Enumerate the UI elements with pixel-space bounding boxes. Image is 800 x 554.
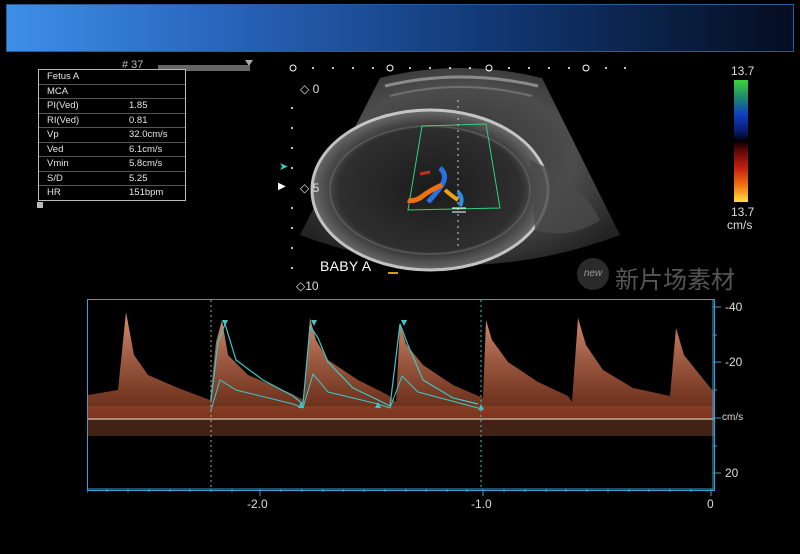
meas-label: HR	[47, 187, 61, 198]
meas-label: S/D	[47, 172, 63, 184]
meas-label: Fetus A	[47, 71, 80, 82]
depth-label-0: ◇ 0	[300, 82, 320, 96]
meas-value: 5.8cm/s	[129, 158, 163, 169]
meas-value: 32.0cm/s	[129, 129, 168, 140]
x-tick-label: 0	[707, 497, 714, 511]
velocity-axis	[712, 299, 721, 491]
y-tick-label: 20	[725, 466, 739, 480]
watermark-logo-icon: new	[577, 258, 609, 290]
meas-value: 1.85	[129, 100, 148, 111]
x-tick-label: -1.0	[471, 497, 492, 511]
meas-row-fetus: Fetus A	[39, 70, 185, 85]
slider-handle-icon[interactable]	[245, 60, 253, 66]
colorbar-unit: cm/s	[727, 218, 753, 232]
meas-row-pi: PI(Ved) 1.85	[39, 99, 185, 114]
y-tick-label: -40	[725, 300, 743, 314]
meas-label: Ved	[47, 143, 64, 155]
title-banner	[6, 4, 794, 52]
colorbar-max: 13.7	[731, 64, 755, 78]
x-tick-label: -2.0	[247, 497, 268, 511]
depth-scale	[291, 107, 293, 269]
meas-value: 5.25	[129, 172, 148, 184]
meas-row-vmin: Vmin 5.8cm/s	[39, 157, 185, 172]
text-cursor	[388, 272, 398, 274]
depth-label-5: ◇ 5	[300, 181, 320, 195]
meas-row-vp: Vp 32.0cm/s	[39, 128, 185, 143]
y-tick-label: -20	[725, 355, 743, 369]
meas-row-hr: HR 151bpm	[39, 186, 185, 200]
meas-value: 6.1cm/s	[129, 143, 163, 155]
velocity-colorbar	[734, 80, 748, 202]
meas-label: PI(Ved)	[47, 100, 79, 111]
focal-zone-icon[interactable]: ▶	[278, 181, 286, 192]
y-axis-unit: cm/s	[722, 412, 744, 423]
spectrum-svg	[88, 300, 714, 490]
meas-row-sd: S/D 5.25	[39, 172, 185, 186]
meas-label: Vmin	[47, 158, 69, 169]
measurement-panel: Fetus A MCA PI(Ved) 1.85 RI(Ved) 0.81 Vp 32…	[38, 69, 186, 201]
ultrasound-image	[289, 64, 626, 272]
watermark-text: 新片场素材	[615, 267, 735, 294]
meas-row-ved: Ved 6.1cm/s	[39, 143, 185, 157]
depth-label-10: ◇10	[296, 279, 319, 293]
meas-row-vessel: MCA	[39, 85, 185, 99]
panel-corner-marker	[37, 202, 43, 208]
doppler-spectrum[interactable]	[87, 299, 715, 491]
focus-marker-icon[interactable]: ➤	[279, 160, 288, 173]
meas-value: 0.81	[129, 114, 148, 126]
meas-label: Vp	[47, 129, 59, 140]
time-axis	[87, 488, 713, 496]
meas-label: MCA	[47, 85, 69, 97]
annotation-text[interactable]: BABY A	[320, 258, 371, 274]
meas-value: 151bpm	[129, 187, 164, 198]
meas-row-ri: RI(Ved) 0.81	[39, 114, 185, 128]
peak-marker-icon[interactable]	[222, 320, 228, 326]
meas-label: RI(Ved)	[47, 114, 80, 126]
colorbar-min: 13.7	[731, 205, 755, 219]
peak-marker-icon[interactable]	[401, 320, 407, 326]
